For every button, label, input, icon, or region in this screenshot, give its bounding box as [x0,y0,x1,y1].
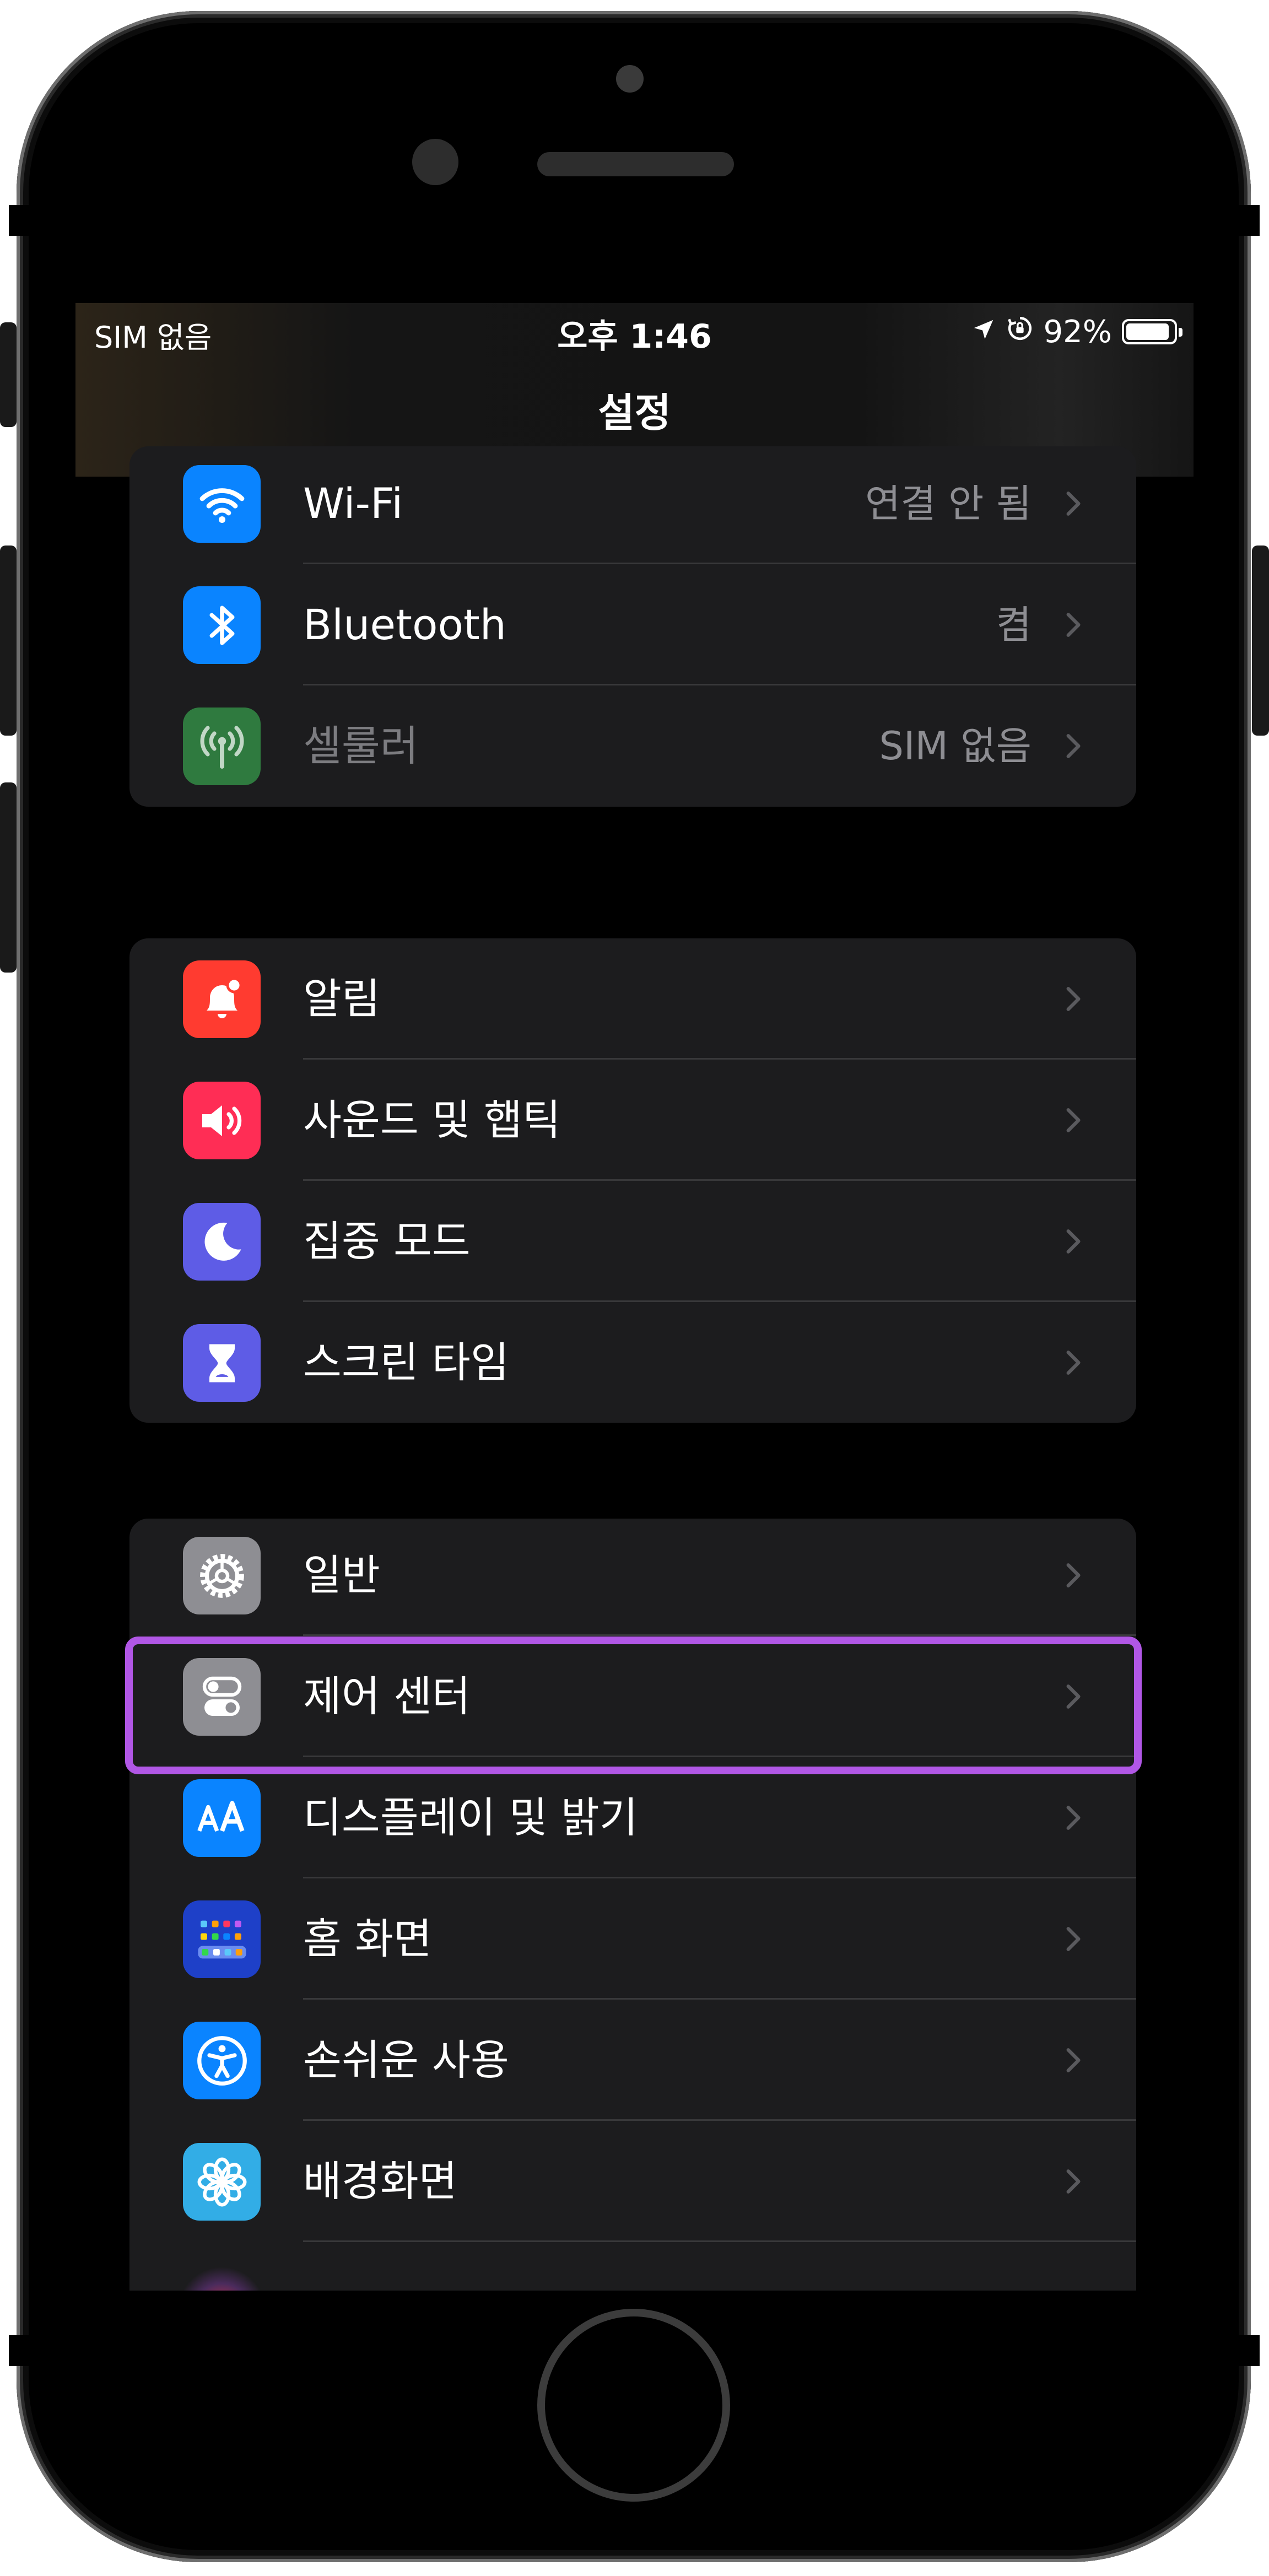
volume-up-button [0,546,17,736]
antenna-line [9,205,31,236]
moon-icon [183,1203,261,1281]
chevron-right-icon [1066,1108,1081,1132]
settings-row-label: 사운드 및 햅틱 [303,1095,561,1144]
page-title: 설정 [598,390,671,436]
status-bar: SIM 없음 오후 1:46 92% [75,303,1194,364]
settings-row-label: 홈 화면 [303,1914,432,1963]
chevron-right-icon [1066,987,1081,1011]
antenna-line [1238,2335,1260,2366]
chevron-right-icon [1066,1806,1081,1830]
home-screen-grid-icon [183,1900,261,1978]
settings-row-screen-time[interactable]: 스크린 타임 [129,1302,1136,1423]
battery-icon [1122,319,1182,344]
settings-row-label: 손쉬운 사용 [303,2035,509,2084]
settings-row-label: 스크린 타임 [303,1338,509,1387]
battery-percent: 92% [1043,314,1112,350]
settings-row-label: 셀룰러 [303,721,419,770]
chevron-right-icon [1066,734,1081,758]
location-arrow-icon [971,314,996,350]
silent-switch [0,322,17,427]
settings-row-home-screen[interactable]: 홈 화면 [129,1878,1136,2000]
settings-row-label: 집중 모드 [303,1217,471,1266]
settings-row-partial[interactable] [129,2242,1136,2291]
power-button [1252,546,1269,736]
settings-row-cellular[interactable]: 셀룰러 SIM 없음 [129,685,1136,807]
settings-row-wifi[interactable]: Wi-Fi 연결 안 됨 [129,443,1136,564]
settings-row-general[interactable]: 일반 [129,1515,1136,1636]
cellular-antenna-icon [183,708,261,785]
chevron-right-icon [1066,492,1081,516]
rotation-lock-icon [1006,314,1034,350]
front-camera [616,65,644,93]
home-button[interactable] [537,2309,730,2502]
settings-row-label: Wi-Fi [303,479,403,528]
settings-row-focus[interactable]: 집중 모드 [129,1181,1136,1302]
settings-row-wallpaper[interactable]: 배경화면 [129,2121,1136,2242]
settings-row-value: 켬 [996,602,1032,647]
settings-row-label: 디스플레이 및 밝기 [303,1793,638,1842]
chevron-right-icon [1066,1563,1081,1587]
highlight-box [125,1637,1142,1774]
bluetooth-icon [183,586,261,664]
battery-fill [1126,323,1169,340]
antenna-line [9,2335,31,2366]
gear-icon [183,1537,261,1614]
status-right: 92% [971,310,1182,354]
chevron-right-icon [1066,2169,1081,2194]
chevron-right-icon [1066,1351,1081,1375]
settings-row-notifications[interactable]: 알림 [129,938,1136,1060]
settings-row-label: Bluetooth [303,600,506,649]
settings-group-general: 일반 제어 센터 디스플레이 및 밝기 홈 화면 손쉬운 사용 배경화면 [129,1519,1136,2291]
text-size-aa-icon [183,1779,261,1857]
settings-row-label: 알림 [303,974,380,1023]
settings-row-value: SIM 없음 [879,723,1032,769]
screen: SIM 없음 오후 1:46 92% 설정 Wi-Fi 연결 안 됨 Bluet… [75,303,1194,2291]
settings-row-bluetooth[interactable]: Bluetooth 켬 [129,564,1136,685]
wifi-icon [183,465,261,543]
settings-row-display-brightness[interactable]: 디스플레이 및 밝기 [129,1757,1136,1878]
chevron-right-icon [1066,1927,1081,1951]
volume-down-button [0,782,17,973]
settings-group-connectivity: Wi-Fi 연결 안 됨 Bluetooth 켬 셀룰러 SIM 없음 [129,446,1136,807]
bell-icon [183,960,261,1038]
settings-group-notifications: 알림 사운드 및 햅틱 집중 모드 스크린 타임 [129,938,1136,1423]
antenna-line [1238,205,1260,236]
chevron-right-icon [1066,613,1081,637]
proximity-sensor [412,139,458,185]
accessibility-icon [183,2022,261,2099]
battery-cap [1179,328,1182,337]
settings-row-label: 일반 [303,1551,380,1600]
chevron-right-icon [1066,2048,1081,2072]
settings-row-label: 배경화면 [303,2157,457,2206]
settings-row-accessibility[interactable]: 손쉬운 사용 [129,2000,1136,2121]
chevron-right-icon [1066,1229,1081,1254]
settings-row-sounds-haptics[interactable]: 사운드 및 햅틱 [129,1060,1136,1181]
speaker-icon [183,1082,261,1159]
siri-icon [183,2264,261,2291]
hourglass-icon [183,1324,261,1402]
flower-icon [183,2143,261,2221]
settings-row-value: 연결 안 됨 [865,481,1032,526]
earpiece-speaker [537,152,734,176]
